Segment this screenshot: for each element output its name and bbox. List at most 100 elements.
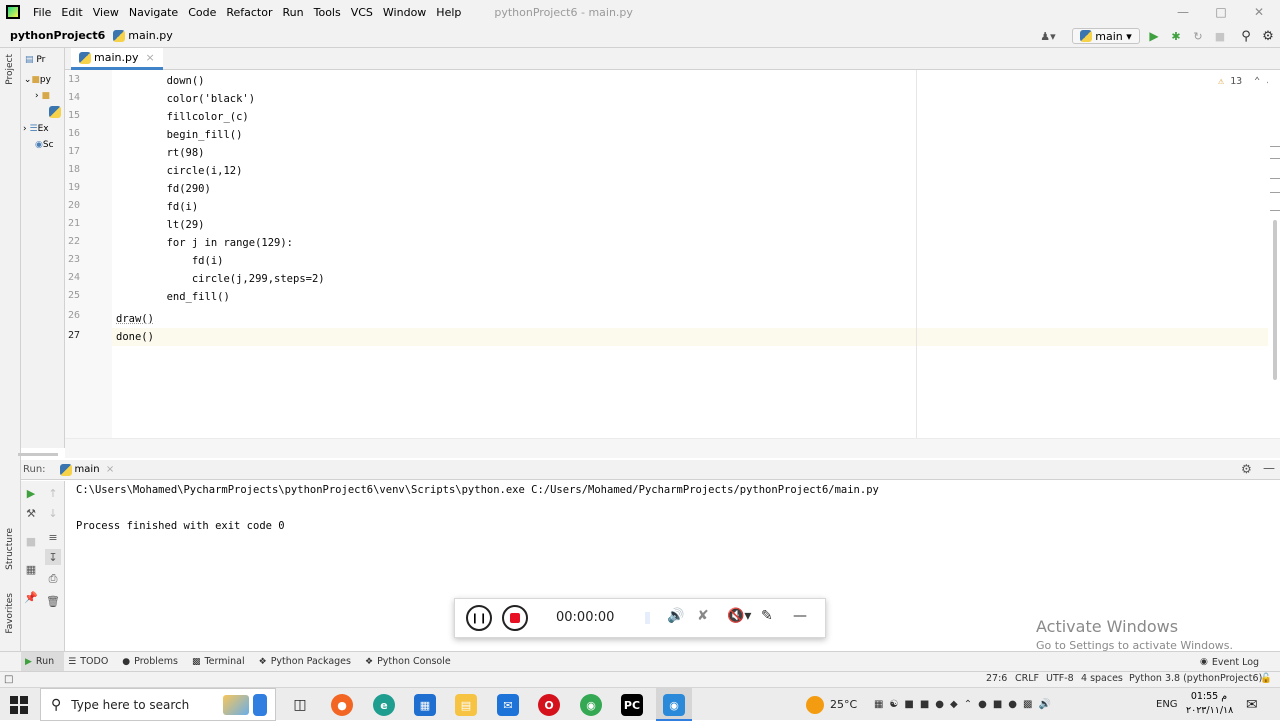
run-config-select[interactable]: main ▾ [1072,28,1140,44]
code-editor[interactable]: down() color('black') fillcolor_(c) begi… [112,70,1272,438]
tab-python-console-label: Python Console [377,656,451,667]
up-arrow-icon[interactable]: ↑ [45,485,61,501]
file-encoding[interactable]: UTF-8 [1046,673,1074,684]
close-tab-icon[interactable]: × [145,51,154,64]
weather-widget[interactable]: 25°C [806,688,857,721]
chrome-icon[interactable]: ◉ [580,694,602,716]
editor-horizontal-scrollbar[interactable] [18,438,1280,458]
hide-panel-icon[interactable]: — [1263,461,1275,475]
firefox-icon[interactable]: ● [331,694,353,716]
code-line: lt(29) [116,219,205,231]
clock[interactable]: 01:55 م ٢٠٢٣/١١/١٨ [1186,690,1233,718]
run-settings-gear-icon[interactable]: ⚙ [1241,462,1252,476]
trash-icon[interactable]: 🗑 [45,593,61,609]
settings-gear-icon[interactable]: ⚙ [1260,28,1276,44]
tree-item-label: py [39,75,51,85]
taskbar-search-box[interactable]: ⚲ Type here to search [40,688,276,721]
microphone-muted-icon[interactable]: ✘ [697,608,709,624]
structure-tool-tab[interactable]: Structure [5,528,15,570]
project-tool-tab[interactable]: Project [5,54,15,85]
mail-icon[interactable]: ✉ [497,694,519,716]
print-icon[interactable]: ⎙ [45,571,61,587]
coverage-icon[interactable]: ↻ [1190,28,1206,44]
favorites-tool-tab[interactable]: Favorites [5,593,15,634]
close-window-button[interactable]: ✕ [1240,0,1278,24]
menu-refactor[interactable]: Refactor [221,6,277,19]
system-tray-icons[interactable]: ▦☯■■●◆⌃●■●▩🔊 [874,688,1057,721]
python-interpreter[interactable]: Python 3.8 (pythonProject6) [1129,673,1262,684]
edge-icon[interactable]: e [373,694,395,716]
windows-start-icon[interactable] [10,696,28,714]
project-panel-title: Pr [36,55,46,65]
menu-view[interactable]: View [88,6,124,19]
notifications-icon[interactable]: ✉ [1246,688,1258,721]
speaker-icon[interactable]: 🔊 [667,608,684,624]
breadcrumb-project[interactable]: pythonProject6 [0,29,109,42]
horizontal-scroll-thumb[interactable] [18,453,58,456]
tab-event-log[interactable]: ◉ Event Log [1196,652,1269,672]
tree-item-project[interactable]: ⌄ ■ py [21,72,64,88]
layout-icon[interactable]: ▦ [23,561,39,577]
soft-wrap-icon[interactable]: ≡ [45,529,61,545]
tab-python-console[interactable]: ❖ Python Console [361,652,461,672]
menu-window[interactable]: Window [378,6,431,19]
tab-terminal[interactable]: ▩ Terminal [188,652,255,672]
tab-problems[interactable]: ● Problems [118,652,188,672]
menu-help[interactable]: Help [431,6,466,19]
scroll-to-end-icon[interactable]: ↧ [45,549,61,565]
tree-item-scratches[interactable]: ◉ Sc [21,137,64,153]
tree-item-main[interactable] [21,104,64,120]
line-separator[interactable]: CRLF [1015,673,1039,684]
warnings-indicator[interactable]: ⚠ 13 ⌃ ⌄ [1218,76,1272,87]
stop-recording-button[interactable] [502,605,528,631]
rerun-icon[interactable]: ▶ [23,485,39,501]
indent-setting[interactable]: 4 spaces [1081,673,1123,684]
debug-icon[interactable]: ✱ [1168,28,1184,44]
tab-run[interactable]: ▶ Run [21,651,65,672]
user-icon[interactable]: ♟▾ [1036,28,1060,44]
opera-icon[interactable]: O [538,694,560,716]
tab-todo[interactable]: ☰ TODO [64,652,118,672]
stop-icon[interactable]: ■ [1212,28,1228,44]
editor-vertical-scrollbar[interactable] [1268,70,1280,438]
pause-button[interactable]: ❙❙ [466,605,492,631]
breadcrumb-file[interactable]: main.py [109,29,176,42]
caret-position[interactable]: 27:6 [986,673,1007,684]
active-app-slot[interactable]: ◉ [656,688,692,721]
tree-item-external[interactable]: › ☰ Ex [21,121,64,137]
minimize-window-button[interactable]: — [1164,0,1202,24]
maximize-window-button[interactable]: □ [1202,0,1240,24]
folder-icon: ■ [41,91,50,101]
input-language[interactable]: ENG [1156,688,1178,721]
pycharm-logo-icon [6,5,20,19]
menu-tools[interactable]: Tools [309,6,346,19]
file-explorer-icon[interactable]: ▤ [455,694,477,716]
event-log-icon: ◉ [1200,657,1208,667]
menu-vcs[interactable]: VCS [346,6,378,19]
scroll-thumb[interactable] [1273,220,1277,380]
minimize-recorder-icon[interactable]: — [793,608,807,624]
system-audio-muted-icon[interactable]: 🔇▾ [727,608,751,624]
pin-icon[interactable]: 📌 [23,589,39,605]
pycharm-icon[interactable]: PC [621,694,643,716]
down-arrow-icon[interactable]: ↓ [45,505,61,521]
run-tab-main[interactable]: main × [59,463,114,476]
run-icon[interactable]: ▶ [1146,28,1162,44]
search-icon[interactable]: ⚲ [1238,28,1254,44]
menu-edit[interactable]: Edit [56,6,87,19]
task-view-icon[interactable]: ◫ [289,694,311,716]
tab-python-packages[interactable]: ❖ Python Packages [255,652,361,672]
menu-file[interactable]: File [28,6,56,19]
store-icon[interactable]: ▦ [414,694,436,716]
stop-icon[interactable]: ■ [23,533,39,549]
toggle-panels-icon[interactable]: □ [4,674,13,685]
pen-icon[interactable]: ✎ [761,608,773,624]
menu-code[interactable]: Code [183,6,221,19]
close-tab-icon[interactable]: × [106,464,114,475]
wrench-icon[interactable]: ⚒ [23,505,39,521]
menu-run[interactable]: Run [278,6,309,19]
tree-item-venv[interactable]: › ■ [21,88,64,104]
editor-tab-main[interactable]: main.py × [71,48,163,70]
lock-icon[interactable]: 🔓 [1260,673,1272,684]
menu-navigate[interactable]: Navigate [124,6,183,19]
